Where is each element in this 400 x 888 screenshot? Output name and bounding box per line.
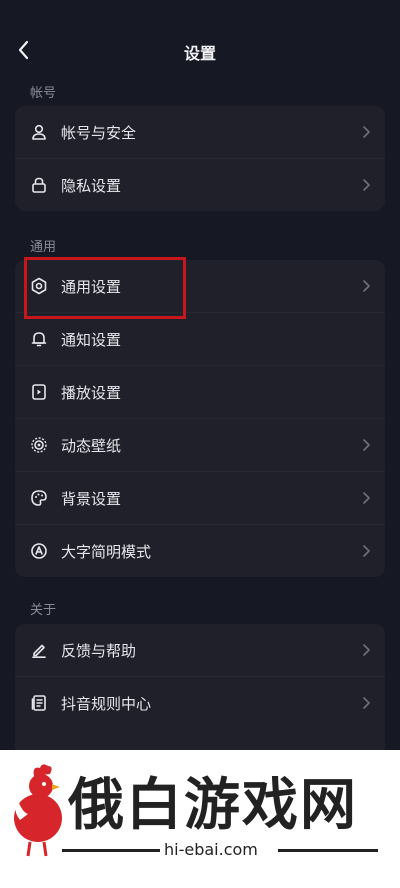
settings-item-label: 大字简明模式: [61, 542, 152, 561]
user-icon: [29, 122, 49, 142]
settings-item-label: 通知设置: [61, 330, 122, 349]
settings-screen: 设置 帐号 帐号与安全 隐私设置 通用 通用设置 通知设置 播放设置 动态壁纸 …: [0, 0, 400, 750]
chevron-right-icon: [363, 439, 370, 451]
section-title-about: 关于: [30, 603, 57, 618]
account-group: 帐号与安全 隐私设置: [15, 106, 385, 211]
settings-item-account-security[interactable]: 帐号与安全: [15, 106, 385, 158]
palette-icon: [29, 488, 49, 508]
settings-item-label: 背景设置: [61, 489, 122, 508]
bell-icon: [29, 329, 49, 349]
settings-item-general[interactable]: 通用设置: [15, 260, 385, 312]
watermark-divider: [62, 849, 160, 852]
chevron-right-icon: [363, 697, 370, 709]
watermark-domain: hi-ebai.com: [164, 840, 258, 859]
chevron-right-icon: [363, 179, 370, 191]
general-group: 通用设置 通知设置 播放设置 动态壁纸 背景设置 大字简明模式: [15, 260, 385, 577]
settings-item-notifications[interactable]: 通知设置: [15, 312, 385, 365]
pencil-icon: [29, 640, 49, 660]
settings-item-feedback[interactable]: 反馈与帮助: [15, 624, 385, 676]
rooster-logo-icon: [14, 764, 62, 857]
watermark-title: 俄白游戏网: [68, 772, 358, 838]
section-title-account: 帐号: [30, 86, 57, 101]
chevron-right-icon: [363, 280, 370, 292]
settings-item-label: 通用设置: [61, 277, 122, 296]
settings-item-rules-center[interactable]: 抖音规则中心: [15, 676, 385, 729]
lock-icon: [29, 175, 49, 195]
play-settings-icon: [29, 382, 49, 402]
settings-item-background[interactable]: 背景设置: [15, 471, 385, 524]
settings-item-label: 帐号与安全: [61, 123, 137, 142]
settings-item-label: 动态壁纸: [61, 436, 122, 455]
chevron-right-icon: [363, 492, 370, 504]
large-font-icon: [29, 541, 49, 561]
page-title: 设置: [183, 44, 216, 63]
gear-icon: [29, 276, 49, 296]
chevron-right-icon: [363, 644, 370, 656]
settings-item-label: 反馈与帮助: [61, 641, 137, 660]
settings-item-playback[interactable]: 播放设置: [15, 365, 385, 418]
settings-item-label: 隐私设置: [61, 176, 122, 195]
settings-item-label: 抖音规则中心: [61, 694, 152, 713]
section-title-general: 通用: [30, 240, 57, 255]
watermark-divider: [278, 849, 378, 852]
settings-item-label: 播放设置: [61, 383, 122, 402]
settings-item-live-wallpaper[interactable]: 动态壁纸: [15, 418, 385, 471]
chevron-right-icon: [363, 126, 370, 138]
settings-item-large-font-mode[interactable]: 大字简明模式: [15, 524, 385, 577]
header-bar: 设置: [0, 0, 400, 80]
document-icon: [29, 693, 49, 713]
about-group: 反馈与帮助 抖音规则中心: [15, 624, 385, 750]
wallpaper-icon: [29, 435, 49, 455]
chevron-right-icon: [363, 545, 370, 557]
settings-item-privacy[interactable]: 隐私设置: [15, 158, 385, 211]
